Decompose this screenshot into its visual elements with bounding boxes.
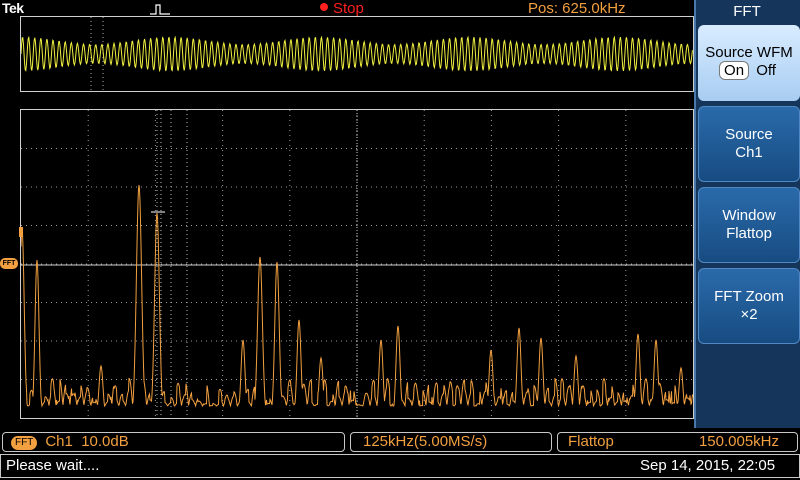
- overview-waveform-line: [20, 35, 693, 73]
- reference-level-marker[interactable]: [19, 227, 23, 237]
- side-menu-title: FFT: [733, 3, 761, 20]
- channel-label: Ch1: [45, 433, 73, 450]
- source-value: Ch1: [735, 144, 763, 161]
- span-value: 125kHz(5.00MS/s): [363, 433, 488, 450]
- window-label: Window: [722, 207, 776, 224]
- source-wfm-label: Source WFM: [705, 44, 793, 61]
- source-button[interactable]: Source Ch1: [698, 106, 800, 182]
- overview-trace: [20, 17, 693, 91]
- acquisition-status: Stop: [333, 0, 364, 17]
- fft-badge: FFT: [11, 436, 38, 450]
- status-message: Please wait....: [6, 457, 100, 474]
- source-label: Source: [725, 126, 773, 143]
- source-wfm-button[interactable]: Source WFM On Off: [698, 25, 800, 101]
- window-value: Flattop: [726, 225, 772, 242]
- window-status-box[interactable]: Flattop 150.005kHz: [557, 432, 798, 452]
- fft-spectrum-trace: [20, 110, 694, 418]
- fft-zoom-value: ×2: [740, 306, 758, 323]
- horizontal-position: Pos: 625.0kHz: [528, 0, 626, 17]
- trigger-pulse-icon: [150, 4, 170, 15]
- date-time: Sep 14, 2015, 22:05: [640, 457, 776, 474]
- acquisition-status-dot-icon: [320, 3, 328, 11]
- fft-zoom-button[interactable]: FFT Zoom ×2: [698, 268, 800, 344]
- channel-status-box[interactable]: FFT Ch1 10.0dB: [2, 432, 345, 452]
- brand-logo: Tek: [2, 0, 24, 16]
- fft-channel-marker[interactable]: FFT: [0, 258, 18, 269]
- waveform-overview[interactable]: [20, 16, 694, 92]
- source-wfm-off-toggle[interactable]: Off: [753, 62, 779, 79]
- channel-scale: 10.0dB: [81, 433, 129, 450]
- window-button[interactable]: Window Flattop: [698, 187, 800, 263]
- window-status: Flattop: [568, 433, 614, 450]
- source-wfm-on-toggle[interactable]: On: [719, 61, 750, 80]
- fft-graticule[interactable]: [20, 109, 694, 419]
- frequency-status: 150.005kHz: [698, 433, 779, 450]
- fft-zoom-label: FFT Zoom: [714, 288, 784, 305]
- span-status-box[interactable]: 125kHz(5.00MS/s): [350, 432, 552, 452]
